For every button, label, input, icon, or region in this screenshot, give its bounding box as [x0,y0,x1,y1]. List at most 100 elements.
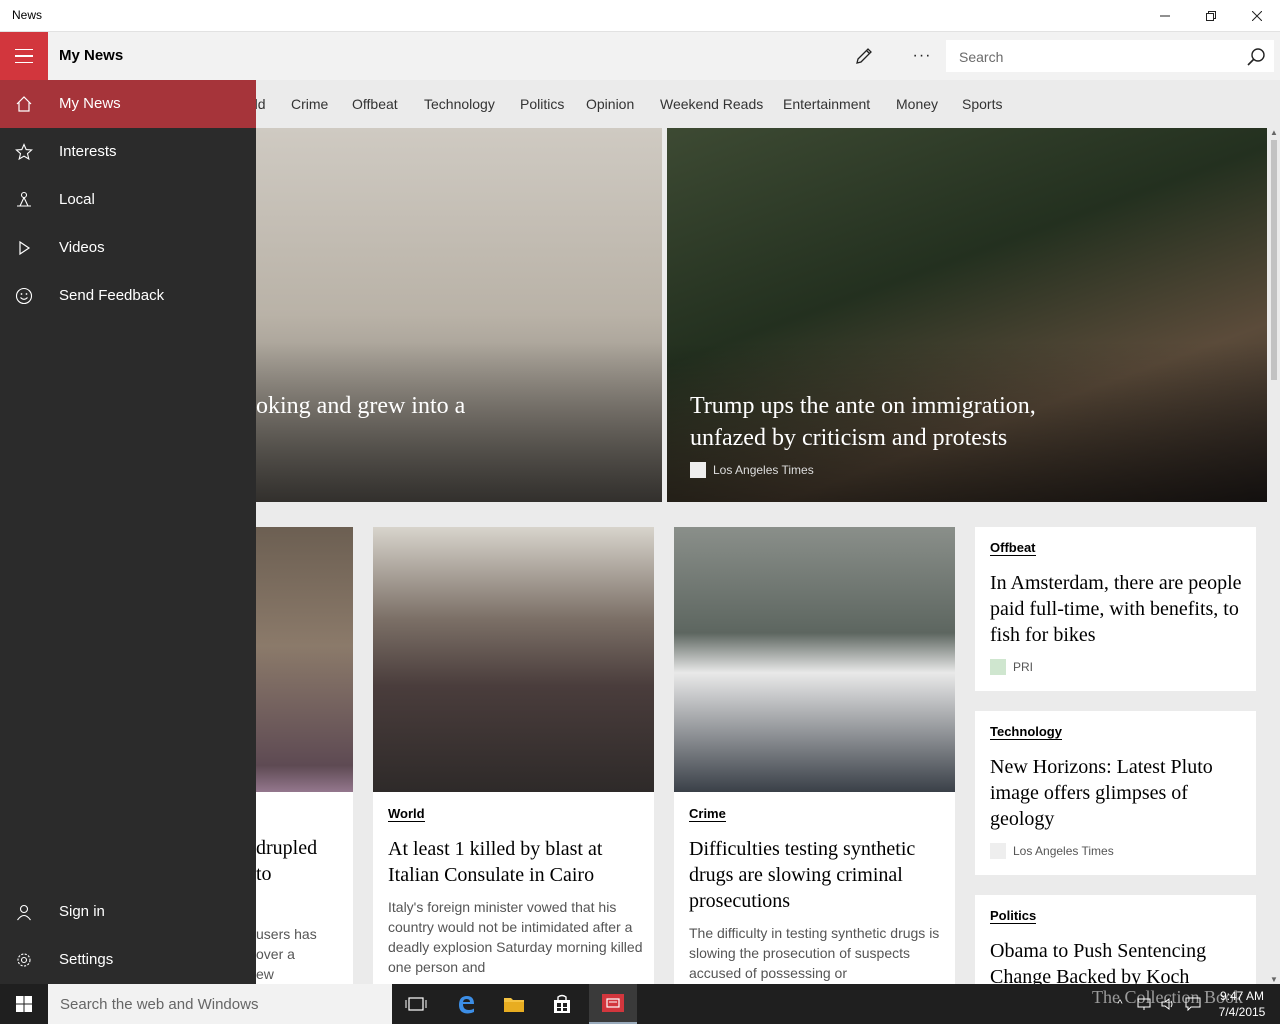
store-bag-icon [554,994,570,1013]
task-view-button[interactable] [392,984,440,1024]
hamburger-menu-button[interactable] [0,32,48,80]
search-icon[interactable] [1245,46,1267,68]
card-title: drupled to [256,837,318,885]
taskbar: Search the web and Windows ^ The Collect… [0,984,1280,1024]
tab-money[interactable]: Money [896,96,938,112]
nav-sidebar: My News Interests Local Videos Send Feed… [0,80,256,984]
file-explorer-button[interactable] [490,984,538,1024]
local-icon [12,188,36,212]
card-image [373,527,654,792]
restore-button[interactable] [1188,0,1234,32]
hamburger-icon [15,46,33,66]
title-bar: News [0,0,1280,32]
card-image [256,527,353,792]
card-title: At least 1 killed by blast at Italian Co… [388,838,603,886]
tab-offbeat[interactable]: Offbeat [352,96,398,112]
card-category[interactable]: Crime [689,806,726,822]
sidebar-item-label: Local [59,191,95,208]
card-source: Los Angeles Times [990,843,1114,859]
sidebar-item-interests[interactable]: Interests [0,128,256,176]
tab-sports[interactable]: Sports [962,96,1002,112]
news-card-offbeat[interactable]: Offbeat In Amsterdam, there are people p… [975,527,1256,691]
person-icon [12,900,36,924]
hero-story-1[interactable]: oking and grew into a [256,128,662,502]
card-category[interactable]: World [388,806,425,822]
search-box[interactable]: Search [946,40,1274,72]
tab-opinion[interactable]: Opinion [586,96,634,112]
news-card-world[interactable]: World At least 1 killed by blast at Ital… [373,527,654,984]
close-icon [1252,11,1262,21]
more-options-button[interactable]: ··· [906,40,938,72]
start-button[interactable] [0,984,48,1024]
card-desc: users has over a ew [256,926,317,982]
star-icon [12,140,36,164]
sidebar-item-label: My News [59,95,121,112]
card-desc: The difficulty in testing synthetic drug… [689,925,940,981]
taskbar-search-box[interactable]: Search the web and Windows [48,984,392,1024]
tab-world[interactable]: rld [256,96,266,112]
taskbar-search-input[interactable]: Search the web and Windows [60,996,258,1013]
store-button[interactable] [538,984,586,1024]
clock-date: 7/4/2015 [1218,1005,1266,1019]
card-source-name: PRI [1013,660,1034,674]
news-card-politics[interactable]: Politics Obama to Push Sentencing Change… [975,895,1256,984]
scrollbar-thumb[interactable] [1271,140,1277,380]
sidebar-item-my-news[interactable]: My News [0,80,256,128]
sidebar-item-videos[interactable]: Videos [0,224,256,272]
gear-icon [12,948,36,972]
news-app-window: News My News ··· Search rld Crime Offbea [0,0,1280,984]
card-image [674,527,955,792]
sidebar-item-local[interactable]: Local [0,176,256,224]
window-title: News [12,8,43,22]
source-logo-icon [690,462,706,478]
sidebar-item-send-feedback[interactable]: Send Feedback [0,272,256,320]
edge-browser-button[interactable] [442,984,490,1024]
sidebar-item-label: Sign in [59,903,105,920]
clock-time: 9:47 AM [1219,989,1265,1003]
sidebar-item-label: Videos [59,239,105,256]
taskbar-clock[interactable]: 9:47 AM 7/4/2015 [1210,988,1274,1020]
scroll-up-arrow-icon[interactable]: ▲ [1270,128,1278,137]
news-app-taskbar-button[interactable] [589,984,637,1024]
sidebar-item-sign-in[interactable]: Sign in [0,888,256,936]
card-category[interactable]: Politics [990,908,1037,924]
hero-headline-1: oking and grew into a [256,393,466,419]
source-logo-icon [990,659,1006,675]
restore-icon [1206,11,1216,21]
search-input[interactable]: Search [959,49,1003,65]
card-source: PRI [990,659,1033,675]
scroll-down-arrow-icon[interactable]: ▼ [1270,975,1278,984]
hero-headline-2: Trump ups the ante on immigration, unfaz… [690,393,1036,451]
card-title: Difficulties testing synthetic drugs are… [689,838,916,912]
source-logo-icon [990,843,1006,859]
tab-weekend-reads[interactable]: Weekend Reads [660,96,763,112]
card-category[interactable]: Offbeat [990,540,1036,556]
news-card-technology[interactable]: Technology New Horizons: Latest Pluto im… [975,711,1256,875]
sidebar-item-label: Send Feedback [59,287,165,304]
tab-entertainment[interactable]: Entertainment [783,96,870,112]
category-nav: rld Crime Offbeat Technology Politics Op… [256,80,1280,128]
tab-technology[interactable]: Technology [424,96,495,112]
windows-logo-icon [16,996,32,1012]
card-title: New Horizons: Latest Pluto image offers … [990,756,1213,830]
hero-gradient [256,342,662,502]
card-category[interactable]: Technology [990,724,1062,740]
card-title: Obama to Push Sentencing Change Backed b… [990,940,1207,984]
close-button[interactable] [1234,0,1280,32]
play-icon [12,236,36,260]
app-header: My News ··· Search [0,32,1280,80]
news-card-partial[interactable]: drupled to users has over a ew [256,527,353,984]
news-app-icon [602,994,624,1012]
tab-politics[interactable]: Politics [520,96,564,112]
smiley-icon [12,284,36,308]
tab-crime[interactable]: Crime [291,96,328,112]
sidebar-item-settings[interactable]: Settings [0,936,256,984]
vertical-scrollbar[interactable]: ▲ ▼ [1268,128,1280,984]
hero-story-2[interactable]: Trump ups the ante on immigration, unfaz… [667,128,1267,502]
sidebar-item-label: Interests [59,143,117,160]
card-source-name: Los Angeles Times [1013,844,1114,858]
minimize-button[interactable] [1142,0,1188,32]
edit-button[interactable] [848,40,880,72]
news-card-crime[interactable]: Crime Difficulties testing synthetic dru… [674,527,955,984]
home-icon [12,92,36,116]
